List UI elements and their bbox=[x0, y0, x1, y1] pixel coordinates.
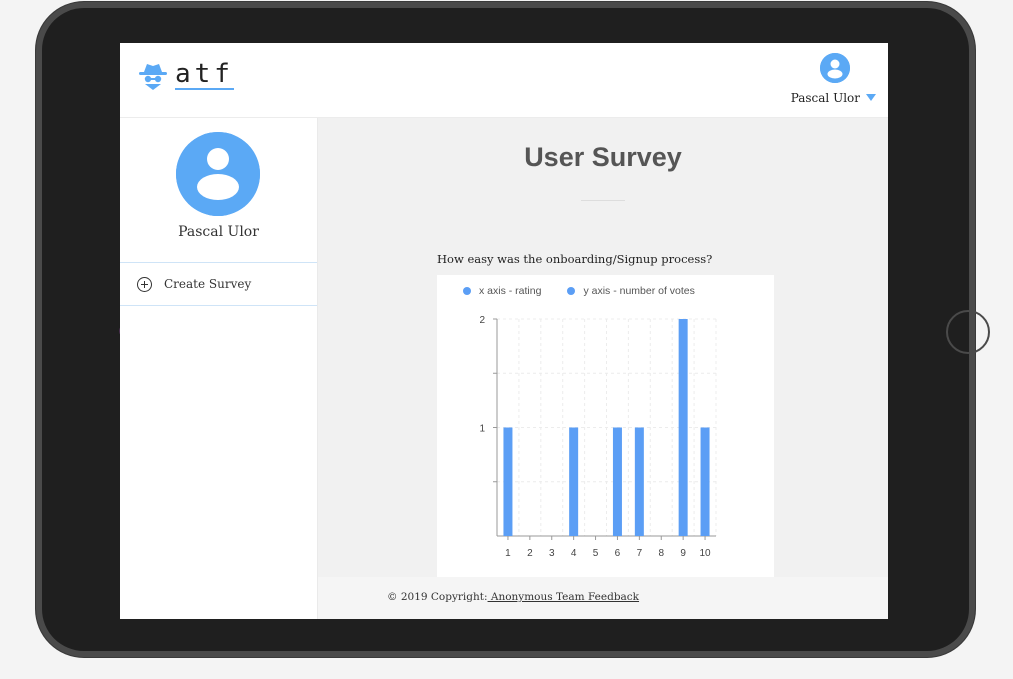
chart-card: x axis - rating y axis - number of votes… bbox=[437, 275, 774, 577]
x-tick-label: 9 bbox=[680, 548, 686, 559]
footer-link[interactable]: Anonymous Team Feedback bbox=[488, 591, 639, 603]
copyright-text: © 2019 Copyright: bbox=[387, 591, 488, 603]
top-header: atf Pascal Ulor bbox=[120, 43, 888, 118]
plus-circle-icon bbox=[137, 276, 152, 292]
user-avatar-icon bbox=[820, 53, 850, 83]
sidebar-item-create-survey[interactable]: Create Survey bbox=[120, 263, 317, 305]
main-content: User Survey How easy was the onboarding/… bbox=[318, 118, 888, 577]
x-tick-label: 3 bbox=[549, 548, 555, 559]
spy-logo-icon bbox=[139, 64, 167, 90]
x-tick-label: 2 bbox=[527, 548, 533, 559]
chevron-down-icon[interactable] bbox=[866, 94, 876, 101]
x-tick-label: 7 bbox=[637, 548, 643, 559]
bar bbox=[700, 427, 710, 536]
bar bbox=[678, 319, 688, 536]
bar bbox=[612, 427, 622, 536]
y-tick-label: 2 bbox=[479, 315, 485, 326]
app-screen: atf Pascal Ulor Pascal Ulor Create Surve… bbox=[120, 43, 888, 619]
bar bbox=[569, 427, 579, 536]
x-tick-label: 8 bbox=[658, 548, 664, 559]
home-button bbox=[946, 310, 990, 354]
user-avatar-icon bbox=[176, 132, 260, 216]
bar-chart: 1 2 1 2 3 4 5 6 7 8 9 10 bbox=[479, 315, 717, 559]
user-menu[interactable]: Pascal Ulor bbox=[791, 53, 876, 106]
logo-text: atf bbox=[175, 58, 234, 90]
page-title: User Survey bbox=[524, 142, 682, 172]
sidebar-item-label: Create Survey bbox=[164, 277, 252, 291]
survey-question: How easy was the onboarding/Signup proce… bbox=[437, 252, 713, 266]
x-tick-label: 1 bbox=[505, 548, 511, 559]
footer-text: © 2019 Copyright: Anonymous Team Feedbac… bbox=[387, 591, 639, 603]
x-tick-label: 5 bbox=[593, 548, 599, 559]
sidebar: Pascal Ulor Create Survey bbox=[120, 118, 318, 619]
x-tick-label: 10 bbox=[699, 548, 711, 559]
x-tick-label: 4 bbox=[571, 548, 577, 559]
x-tick-label: 6 bbox=[615, 548, 621, 559]
app-logo[interactable]: atf bbox=[137, 57, 234, 93]
bar bbox=[634, 427, 644, 536]
header-user-name: Pascal Ulor bbox=[790, 91, 860, 105]
sidebar-divider bbox=[120, 305, 317, 306]
bar bbox=[503, 427, 513, 536]
tablet-frame: atf Pascal Ulor Pascal Ulor Create Surve… bbox=[36, 2, 990, 657]
y-tick-label: 1 bbox=[479, 424, 485, 435]
title-divider bbox=[581, 200, 625, 201]
footer: © 2019 Copyright: Anonymous Team Feedbac… bbox=[318, 577, 888, 619]
sidebar-user-name: Pascal Ulor bbox=[178, 224, 259, 240]
